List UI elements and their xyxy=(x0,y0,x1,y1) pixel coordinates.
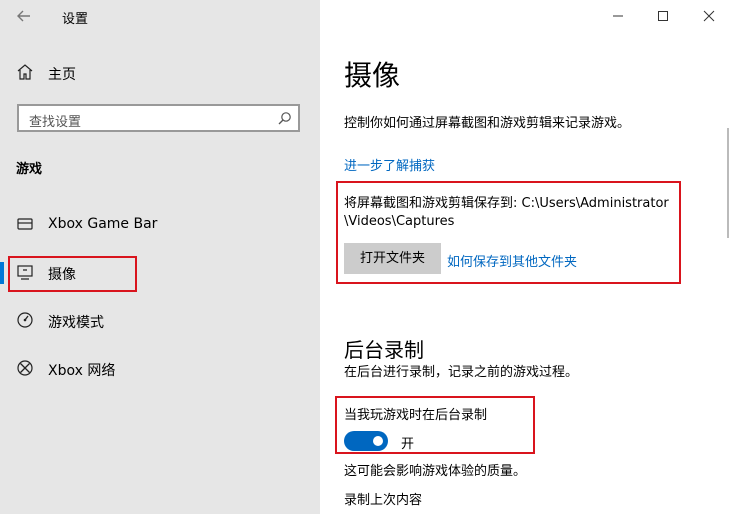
back-arrow-icon[interactable] xyxy=(14,6,36,26)
game-mode-icon xyxy=(16,311,34,329)
page-title: 摄像 xyxy=(344,59,401,92)
scrollbar[interactable] xyxy=(727,128,729,238)
quality-note: 这可能会影响游戏体验的质量。 xyxy=(344,464,527,479)
search-input[interactable]: 查找设置 xyxy=(17,104,300,132)
highlight-box xyxy=(8,256,137,292)
sidebar-item-label: 主页 xyxy=(48,67,76,83)
sidebar: 设置 主页 查找设置 游戏 Xbox Game Bar 摄像 游戏模式 Xbox… xyxy=(0,0,320,514)
save-other-folder-link[interactable]: 如何保存到其他文件夹 xyxy=(447,251,577,270)
sidebar-item-game-mode[interactable]: 游戏模式 xyxy=(0,301,320,341)
maximize-icon[interactable] xyxy=(650,4,676,28)
app-title: 设置 xyxy=(62,12,89,27)
open-folder-button[interactable]: 打开文件夹 xyxy=(344,243,441,274)
record-last-label: 录制上次内容 xyxy=(344,493,423,508)
learn-more-link[interactable]: 进一步了解捕获 xyxy=(344,155,435,174)
minimize-icon[interactable] xyxy=(605,4,631,28)
section-title: 游戏 xyxy=(16,162,43,177)
sidebar-item-home[interactable]: 主页 xyxy=(0,53,320,93)
xbox-game-bar-icon xyxy=(16,215,34,233)
sidebar-item-label: 游戏模式 xyxy=(48,315,104,331)
page-description: 控制你如何通过屏幕截图和游戏剪辑来记录游戏。 xyxy=(344,116,631,131)
home-icon xyxy=(16,63,34,81)
save-path-text: 将屏幕截图和游戏剪辑保存到: C:\Users\Administrator\Vi… xyxy=(344,196,669,229)
sidebar-item-label: Xbox 网络 xyxy=(48,363,116,379)
sidebar-item-xbox-network[interactable]: Xbox 网络 xyxy=(0,349,320,389)
sidebar-item-label: Xbox Game Bar xyxy=(48,216,158,232)
search-icon xyxy=(277,111,292,126)
section-subtitle: 在后台进行录制，记录之前的游戏过程。 xyxy=(344,365,579,380)
toggle-knob xyxy=(373,436,383,446)
xbox-icon xyxy=(16,359,34,377)
close-icon[interactable] xyxy=(696,4,722,28)
background-recording-toggle[interactable] xyxy=(344,431,388,451)
sidebar-item-xbox-game-bar[interactable]: Xbox Game Bar xyxy=(0,205,320,245)
toggle-state: 开 xyxy=(401,437,415,452)
search-placeholder: 查找设置 xyxy=(29,115,82,130)
section-heading: 后台录制 xyxy=(344,338,424,362)
toggle-label: 当我玩游戏时在后台录制 xyxy=(344,408,488,423)
